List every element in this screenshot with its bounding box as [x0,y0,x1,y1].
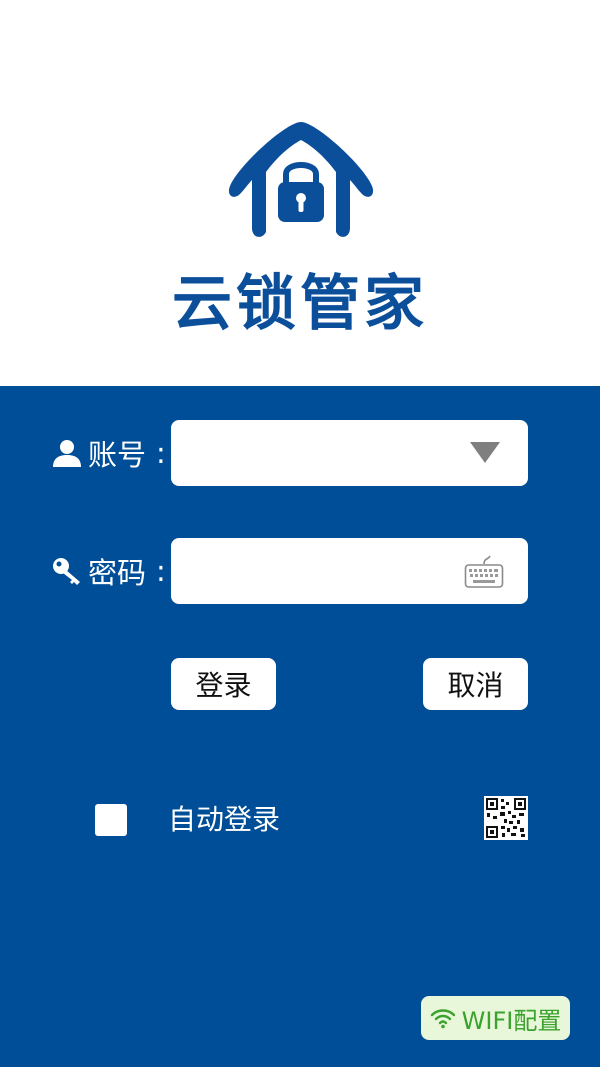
login-panel: 账号 : 密码 : 登录 取消 自动登录 WIFI配置 [0,386,600,1067]
password-label-text: 密码 [88,556,147,590]
keyboard-icon[interactable] [464,552,504,590]
key-icon [53,558,80,585]
password-input[interactable] [183,548,457,596]
password-label: 密码 : [50,538,166,604]
account-input[interactable] [183,430,457,478]
account-dropdown[interactable] [171,420,528,486]
account-label: 账号 : [50,420,166,486]
triangle-down-icon[interactable] [470,442,500,463]
auto-login-checkbox[interactable] [95,804,127,836]
user-icon [53,440,81,467]
account-label-text: 账号 [88,438,147,472]
password-label-colon: : [156,554,166,588]
wifi-config-button[interactable]: WIFI配置 [421,996,570,1040]
house-lock-icon [228,122,374,237]
cancel-button[interactable]: 取消 [423,658,528,710]
wifi-config-label[interactable]: WIFI配置 [462,1001,562,1036]
login-button[interactable]: 登录 [171,658,276,710]
login-screen: 云锁管家 账号 : 密码 : 登录 取消 自动登录 WIFI配置 [0,0,600,1067]
qr-code-icon[interactable] [484,796,528,840]
header: 云锁管家 [0,0,600,386]
auto-login-label[interactable]: 自动登录 [168,798,280,838]
password-field[interactable] [171,538,528,604]
app-title: 云锁管家 [172,269,428,339]
account-label-colon: : [156,436,166,470]
wifi-icon [430,1009,455,1029]
